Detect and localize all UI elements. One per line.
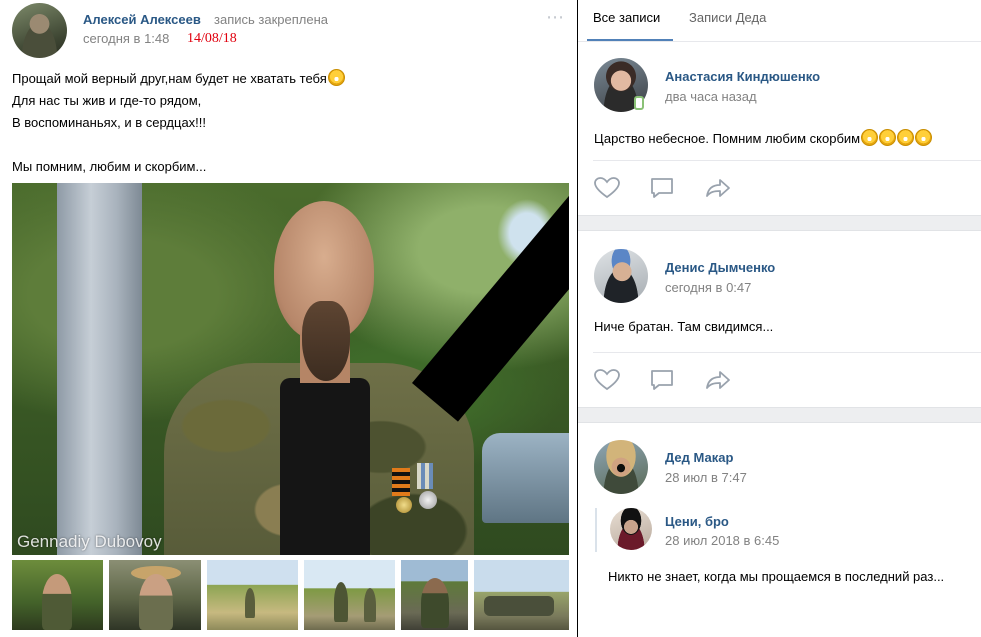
thumbnail[interactable] — [304, 560, 395, 630]
comments-panel: Все записи Записи Деда Анастасия Киндюше… — [578, 0, 981, 637]
repost-source-name[interactable]: Цени, бро — [665, 514, 729, 529]
comment-text: Никто не знает, когда мы прощаемся в пос… — [608, 569, 945, 584]
post-time[interactable]: сегодня в 1:48 — [83, 31, 169, 46]
feed-gap — [578, 215, 981, 231]
author-avatar[interactable] — [12, 3, 67, 58]
medal-ribbon — [392, 468, 410, 496]
post-text-line: Прощай мой верный друг,нам будет не хват… — [12, 68, 567, 90]
commenter-avatar[interactable] — [594, 249, 648, 303]
photo-watermark: Gennadiy Dubovoy — [17, 532, 162, 551]
feed-gap — [578, 407, 981, 423]
mobile-online-icon — [634, 96, 644, 110]
post-text-line — [12, 134, 567, 156]
main-photo[interactable]: Gennadiy Dubovoy — [12, 183, 569, 555]
comment-text: Царство небесное. Помним любим скорбим — [594, 129, 933, 146]
commenter-name[interactable]: Анастасия Киндюшенко — [665, 69, 820, 84]
photo-car — [482, 433, 569, 523]
pinned-post: Алексей Алексеев запись закреплена сегод… — [0, 0, 577, 637]
commenter-avatar[interactable] — [594, 440, 648, 494]
heart-icon[interactable] — [593, 368, 621, 392]
photo-pillar — [57, 183, 142, 555]
tab-ded-posts[interactable]: Записи Деда — [689, 10, 766, 25]
comment-time[interactable]: 28 июл в 7:47 — [665, 470, 747, 485]
active-tab-indicator — [587, 39, 673, 41]
comment-time[interactable]: сегодня в 0:47 — [665, 280, 751, 295]
comment-icon[interactable] — [648, 176, 676, 200]
date-stamp: 14/08/18 — [187, 31, 237, 46]
separator — [593, 160, 981, 161]
thumbnail[interactable] — [12, 560, 103, 630]
photo-beard — [302, 301, 350, 381]
tab-all-posts[interactable]: Все записи — [593, 10, 660, 25]
separator — [593, 352, 981, 353]
post-text: Прощай мой верный друг,нам будет не хват… — [12, 68, 567, 178]
post-text-line: Для нас ты жив и где-то рядом, — [12, 93, 202, 108]
grinning-emoji-icon — [327, 69, 345, 86]
wall-tabs: Все записи Записи Деда — [578, 0, 981, 42]
thumbnail[interactable] — [109, 560, 201, 630]
author-name[interactable]: Алексей Алексеев — [83, 12, 201, 27]
medal — [396, 497, 412, 513]
medal — [419, 491, 437, 509]
repost-source-avatar[interactable] — [610, 508, 652, 550]
medal-ribbon — [417, 463, 433, 489]
thumbnail[interactable] — [474, 560, 569, 630]
share-icon[interactable] — [704, 176, 732, 200]
comment-icon[interactable] — [648, 368, 676, 392]
pinned-label: запись закреплена — [214, 12, 328, 27]
grinning-emoji-icon — [915, 129, 933, 146]
grinning-emoji-icon — [861, 129, 879, 146]
photo-shirt — [280, 378, 370, 555]
heart-icon[interactable] — [593, 176, 621, 200]
grinning-emoji-icon — [879, 129, 897, 146]
repost-time[interactable]: 28 июл 2018 в 6:45 — [665, 533, 779, 548]
commenter-name[interactable]: Дед Макар — [665, 450, 733, 465]
comment-time[interactable]: два часа назад — [665, 89, 757, 104]
more-options-icon[interactable]: ⋯ — [546, 8, 570, 26]
share-icon[interactable] — [704, 368, 732, 392]
grinning-emoji-icon — [897, 129, 915, 146]
photo-thumbnails — [12, 560, 569, 630]
thumbnail[interactable] — [401, 560, 468, 630]
commenter-name[interactable]: Денис Дымченко — [665, 260, 775, 275]
comment-text: Ниче братан. Там свидимся... — [594, 319, 774, 334]
repost-bar — [595, 508, 597, 552]
post-text-line: Мы помним, любим и скорбим... — [12, 159, 207, 174]
post-text-line: В воспоминаньях, и в сердцах!!! — [12, 115, 207, 130]
thumbnail[interactable] — [207, 560, 298, 630]
